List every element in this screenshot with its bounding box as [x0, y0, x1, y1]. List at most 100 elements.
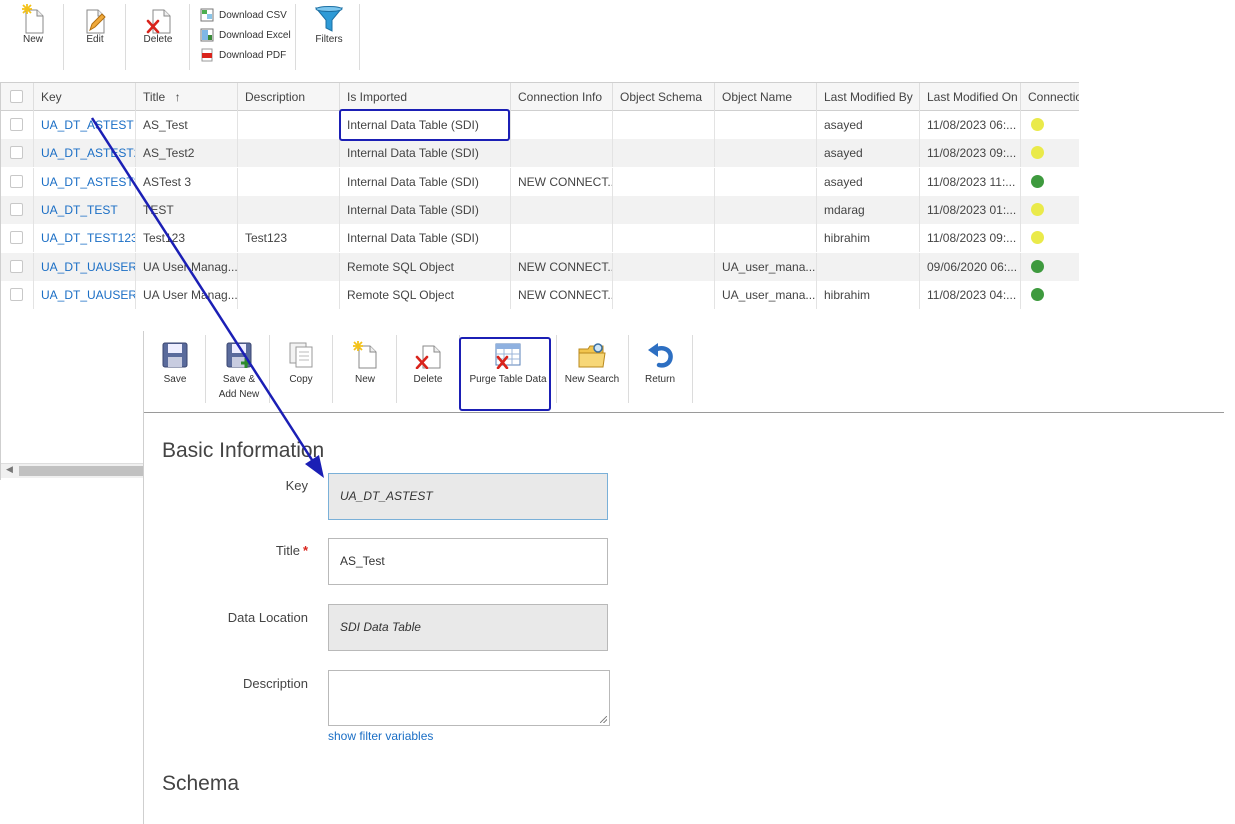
- download-csv-button[interactable]: Download CSV: [200, 8, 287, 22]
- toolbar-divider: [628, 335, 629, 403]
- new-document-icon: [353, 341, 377, 369]
- download-pdf-button[interactable]: Download PDF: [200, 48, 286, 62]
- save-add-new-button[interactable]: Save & Add New: [215, 341, 263, 402]
- row-modified-by: mdarag: [817, 195, 920, 224]
- row-key-link[interactable]: UA_DT_ASTEST3: [34, 167, 136, 196]
- floppy-save-add-icon: [226, 342, 252, 368]
- data-location-field[interactable]: SDI Data Table: [328, 604, 608, 651]
- toolbar-divider: [205, 335, 206, 403]
- scrollbar-thumb[interactable]: [19, 466, 146, 476]
- download-excel-button[interactable]: Download Excel: [200, 28, 291, 42]
- table-row[interactable]: UA_DT_UAUSER... UA User Manag... Remote …: [1, 280, 1079, 309]
- row-key-link[interactable]: UA_DT_UAUSER...: [34, 280, 136, 309]
- row-modified-by: asayed: [817, 111, 920, 139]
- copy-button-label: Copy: [289, 374, 313, 385]
- row-key-link[interactable]: UA_DT_ASTEST2: [34, 139, 136, 168]
- pdf-file-icon: [201, 48, 213, 62]
- folder-search-icon: [578, 343, 606, 368]
- row-description: [238, 111, 340, 139]
- row-object-schema: [613, 280, 715, 309]
- table-row[interactable]: UA_DT_ASTEST AS_Test Internal Data Table…: [1, 111, 1079, 139]
- save-button[interactable]: Save: [158, 341, 192, 387]
- row-object-name: [715, 224, 817, 253]
- row-connection-status: [1021, 111, 1079, 139]
- delete-record-button-label: Delete: [413, 374, 443, 385]
- row-checkbox[interactable]: [10, 174, 23, 188]
- row-description: [238, 252, 340, 281]
- section-title-schema: Schema: [162, 772, 240, 795]
- row-object-name: [715, 195, 817, 224]
- scroll-left-arrow-icon[interactable]: ◀: [6, 464, 13, 475]
- download-csv-label: Download CSV: [219, 9, 287, 21]
- new-search-button[interactable]: New Search: [564, 341, 620, 387]
- row-is-imported: Remote SQL Object: [340, 252, 511, 281]
- key-label: Key: [285, 478, 308, 493]
- column-header-object-schema[interactable]: Object Schema: [613, 83, 715, 111]
- table-row[interactable]: UA_DT_ASTEST3 ASTest 3 Internal Data Tab…: [1, 167, 1079, 196]
- new-document-icon: [22, 4, 44, 34]
- delete-button[interactable]: Delete: [140, 4, 176, 45]
- edit-button[interactable]: Edit: [80, 4, 110, 45]
- table-row[interactable]: UA_DT_ASTEST2 AS_Test2 Internal Data Tab…: [1, 139, 1079, 168]
- show-filter-variables-link[interactable]: show filter variables: [328, 729, 433, 743]
- row-key-link[interactable]: UA_DT_TEST: [34, 195, 136, 224]
- filters-button[interactable]: Filters: [313, 4, 345, 45]
- csv-file-icon: [200, 8, 214, 22]
- table-row[interactable]: UA_DT_TEST123 Test123 Test123 Internal D…: [1, 224, 1079, 253]
- resize-grip-icon[interactable]: [600, 716, 607, 723]
- status-dot-icon: [1031, 259, 1044, 273]
- toolbar-divider: [189, 4, 190, 70]
- row-is-imported: Internal Data Table (SDI): [340, 139, 511, 168]
- column-header-key[interactable]: Key: [34, 83, 136, 111]
- copy-button[interactable]: Copy: [284, 341, 318, 387]
- row-is-imported: Internal Data Table (SDI): [340, 167, 511, 196]
- status-dot-icon: [1031, 202, 1044, 216]
- row-modified-on: 11/08/2023 04:...: [920, 280, 1021, 309]
- table-row[interactable]: UA_DT_UAUSER... UA User Manag... Remote …: [1, 252, 1079, 281]
- download-excel-label: Download Excel: [219, 29, 291, 41]
- column-header-object-name[interactable]: Object Name: [715, 83, 817, 111]
- column-header-connection-info[interactable]: Connection Info: [511, 83, 613, 111]
- sort-ascending-icon: ↑: [174, 90, 181, 104]
- toolbar-divider: [269, 335, 270, 403]
- table-row[interactable]: UA_DT_TEST TEST Internal Data Table (SDI…: [1, 195, 1079, 224]
- key-field[interactable]: UA_DT_ASTEST: [328, 473, 608, 520]
- delete-document-icon: [415, 345, 441, 369]
- new-button-label: New: [22, 34, 43, 45]
- column-header-title[interactable]: Title ↑: [136, 83, 238, 111]
- column-header-last-modified-by[interactable]: Last Modified By: [817, 83, 920, 111]
- row-connection-status: [1021, 139, 1079, 167]
- toolbar-divider: [63, 4, 64, 70]
- new-button[interactable]: New: [18, 4, 48, 45]
- row-key-link[interactable]: UA_DT_UAUSER...: [34, 252, 136, 281]
- floppy-save-icon: [162, 342, 188, 368]
- column-header-last-modified-on[interactable]: Last Modified On: [920, 83, 1021, 111]
- new-record-button[interactable]: New: [348, 341, 382, 387]
- row-checkbox[interactable]: [10, 202, 23, 216]
- edit-pencil-icon: [86, 9, 106, 34]
- title-field[interactable]: AS_Test: [328, 538, 608, 585]
- row-select-cell: [1, 111, 34, 139]
- horizontal-scrollbar[interactable]: ◀: [1, 463, 146, 478]
- description-textarea[interactable]: [328, 670, 610, 726]
- column-header-connection-status[interactable]: Connectio: [1021, 83, 1079, 111]
- column-header-description[interactable]: Description: [238, 83, 340, 111]
- new-record-button-label: New: [354, 374, 375, 385]
- return-button[interactable]: Return: [642, 341, 678, 387]
- row-checkbox[interactable]: [10, 146, 23, 160]
- select-all-checkbox[interactable]: [10, 90, 23, 103]
- row-modified-on: 11/08/2023 09:...: [920, 139, 1021, 168]
- row-checkbox[interactable]: [10, 287, 23, 301]
- row-key-link[interactable]: UA_DT_TEST123: [34, 224, 136, 253]
- row-checkbox[interactable]: [10, 231, 23, 245]
- row-modified-by: hibrahim: [817, 224, 920, 253]
- column-header-is-imported[interactable]: Is Imported: [340, 83, 511, 111]
- section-title-basic-information: Basic Information: [162, 439, 325, 462]
- row-checkbox[interactable]: [10, 259, 23, 273]
- row-connection-info: [511, 195, 613, 224]
- row-connection-info: NEW CONNECT...: [511, 167, 613, 196]
- row-key-link[interactable]: UA_DT_ASTEST: [34, 111, 136, 139]
- delete-record-button[interactable]: Delete: [410, 341, 446, 387]
- row-modified-on: 11/08/2023 01:...: [920, 195, 1021, 224]
- row-checkbox[interactable]: [10, 118, 23, 131]
